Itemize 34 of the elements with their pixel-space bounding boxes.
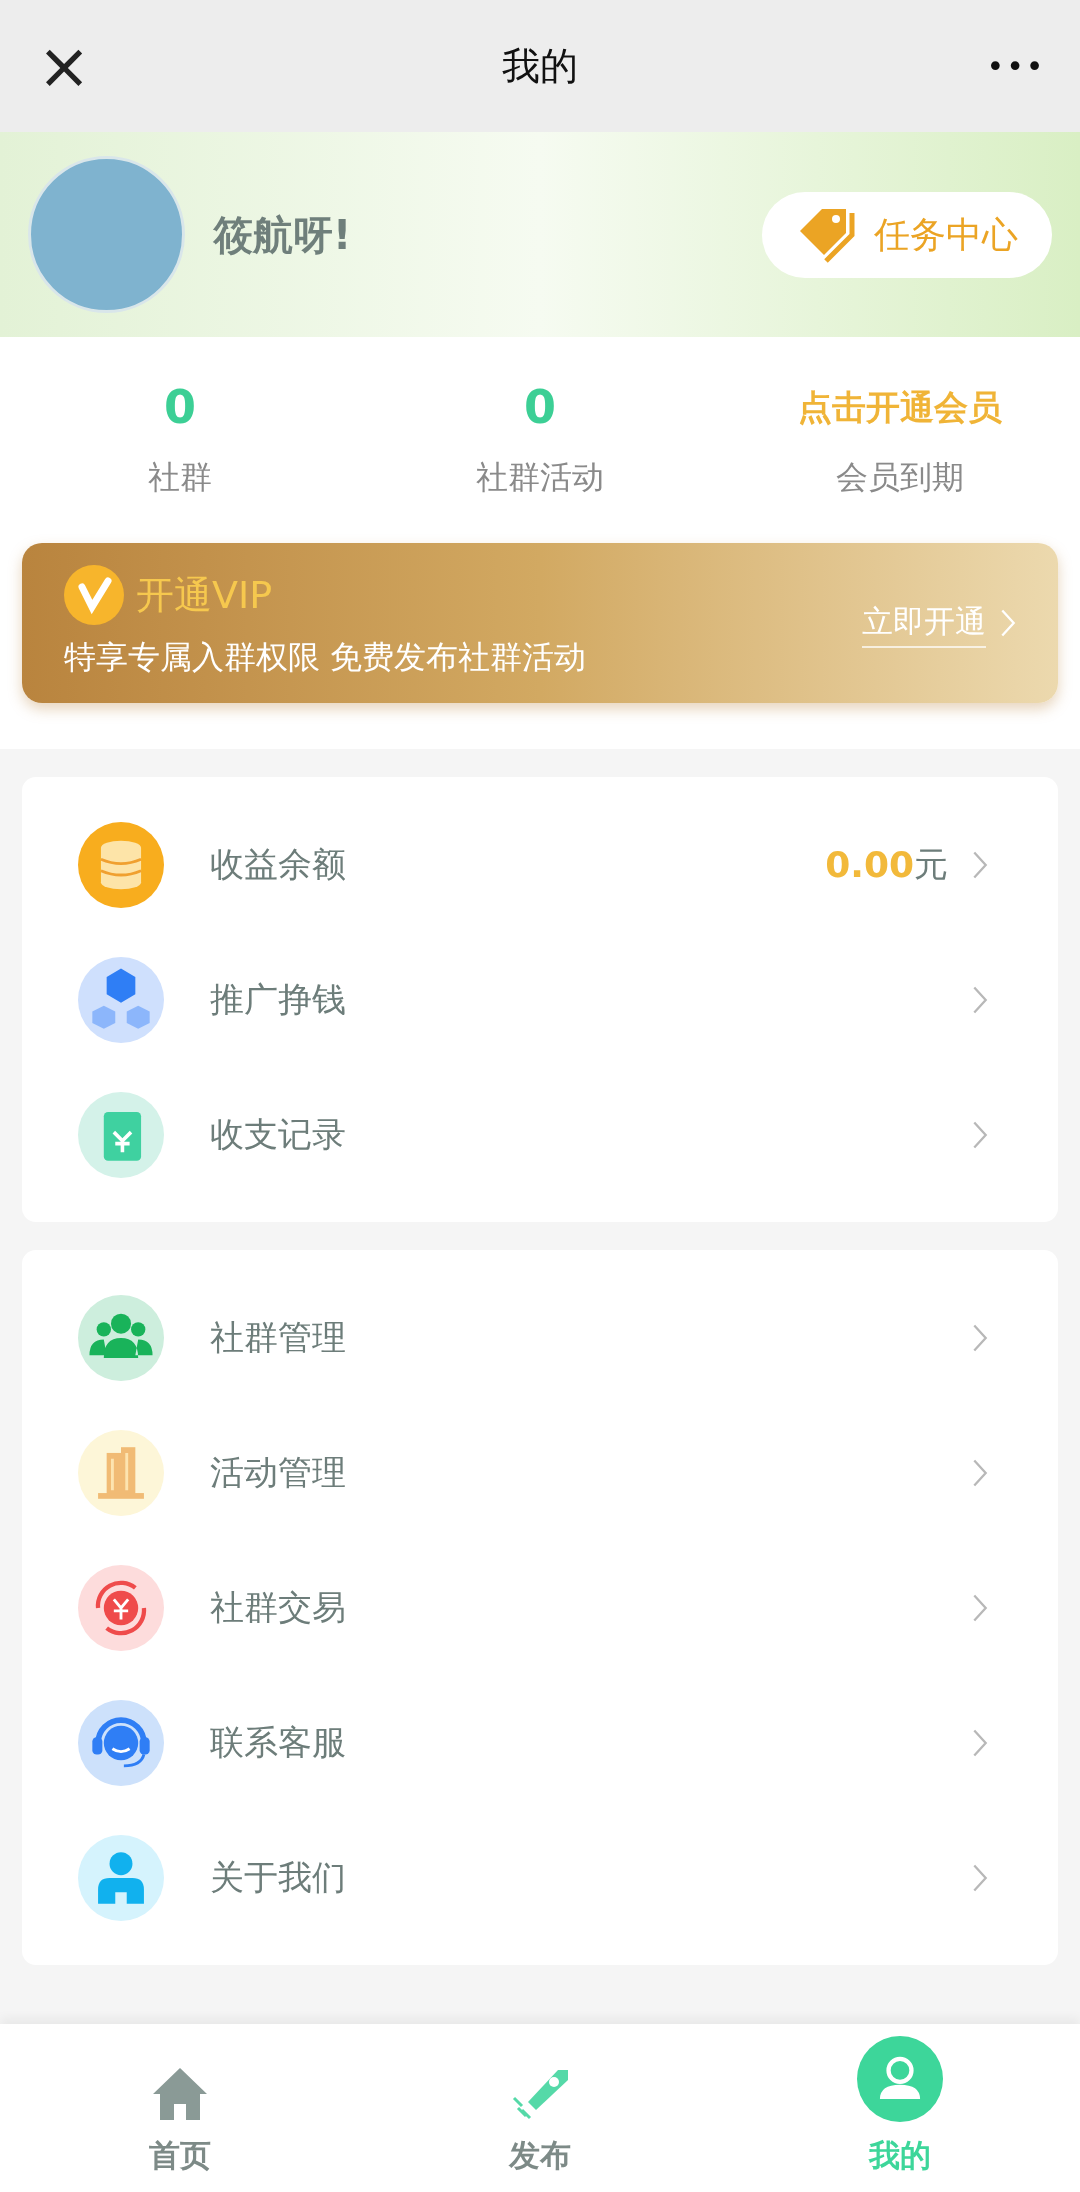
- balance-amount: 0.00: [825, 842, 914, 887]
- building-icon: [78, 1429, 164, 1516]
- page-title: 我的: [502, 42, 578, 90]
- chevron-right-icon: [1000, 608, 1016, 638]
- stat-value: 0: [164, 379, 196, 436]
- menu-item[interactable]: 收益余额 0.00元: [22, 797, 1058, 932]
- coins-icon: [78, 821, 164, 908]
- vip-badge-icon: [64, 565, 124, 625]
- stat-value: 0: [524, 379, 556, 436]
- menu-item[interactable]: 推广挣钱: [22, 932, 1058, 1067]
- menu-item[interactable]: 关于我们: [22, 1810, 1058, 1945]
- home-icon: [151, 2065, 209, 2122]
- currency-unit: 元: [914, 843, 948, 886]
- menu-item[interactable]: 社群管理: [22, 1270, 1058, 1405]
- menu-item[interactable]: 活动管理: [22, 1405, 1058, 1540]
- tab-bar-item[interactable]: 首页: [0, 2024, 360, 2192]
- tab-bar-item[interactable]: 发布: [360, 2024, 720, 2192]
- headset-icon: [78, 1699, 164, 1786]
- stat-label: 社群活动: [476, 457, 604, 498]
- menu-item[interactable]: 收支记录: [22, 1067, 1058, 1202]
- stat-label: 会员到期: [836, 457, 964, 498]
- vip-description: 特享专属入群权限 免费发布社群活动: [64, 637, 588, 678]
- people-icon: [78, 1294, 164, 1381]
- currency-exchange-icon: [78, 1564, 164, 1651]
- menu-item[interactable]: 联系客服: [22, 1675, 1058, 1810]
- user-name: 筱航呀!: [213, 210, 353, 260]
- menu-item[interactable]: 社群交易: [22, 1540, 1058, 1675]
- profile-icon: [857, 2035, 943, 2122]
- stat-label: 社群: [148, 457, 212, 498]
- receipt-icon: [78, 1091, 164, 1178]
- more-button[interactable]: •••: [986, 43, 1046, 89]
- person-icon: [78, 1834, 164, 1921]
- close-button[interactable]: ×: [34, 34, 94, 98]
- network-icon: [78, 956, 164, 1043]
